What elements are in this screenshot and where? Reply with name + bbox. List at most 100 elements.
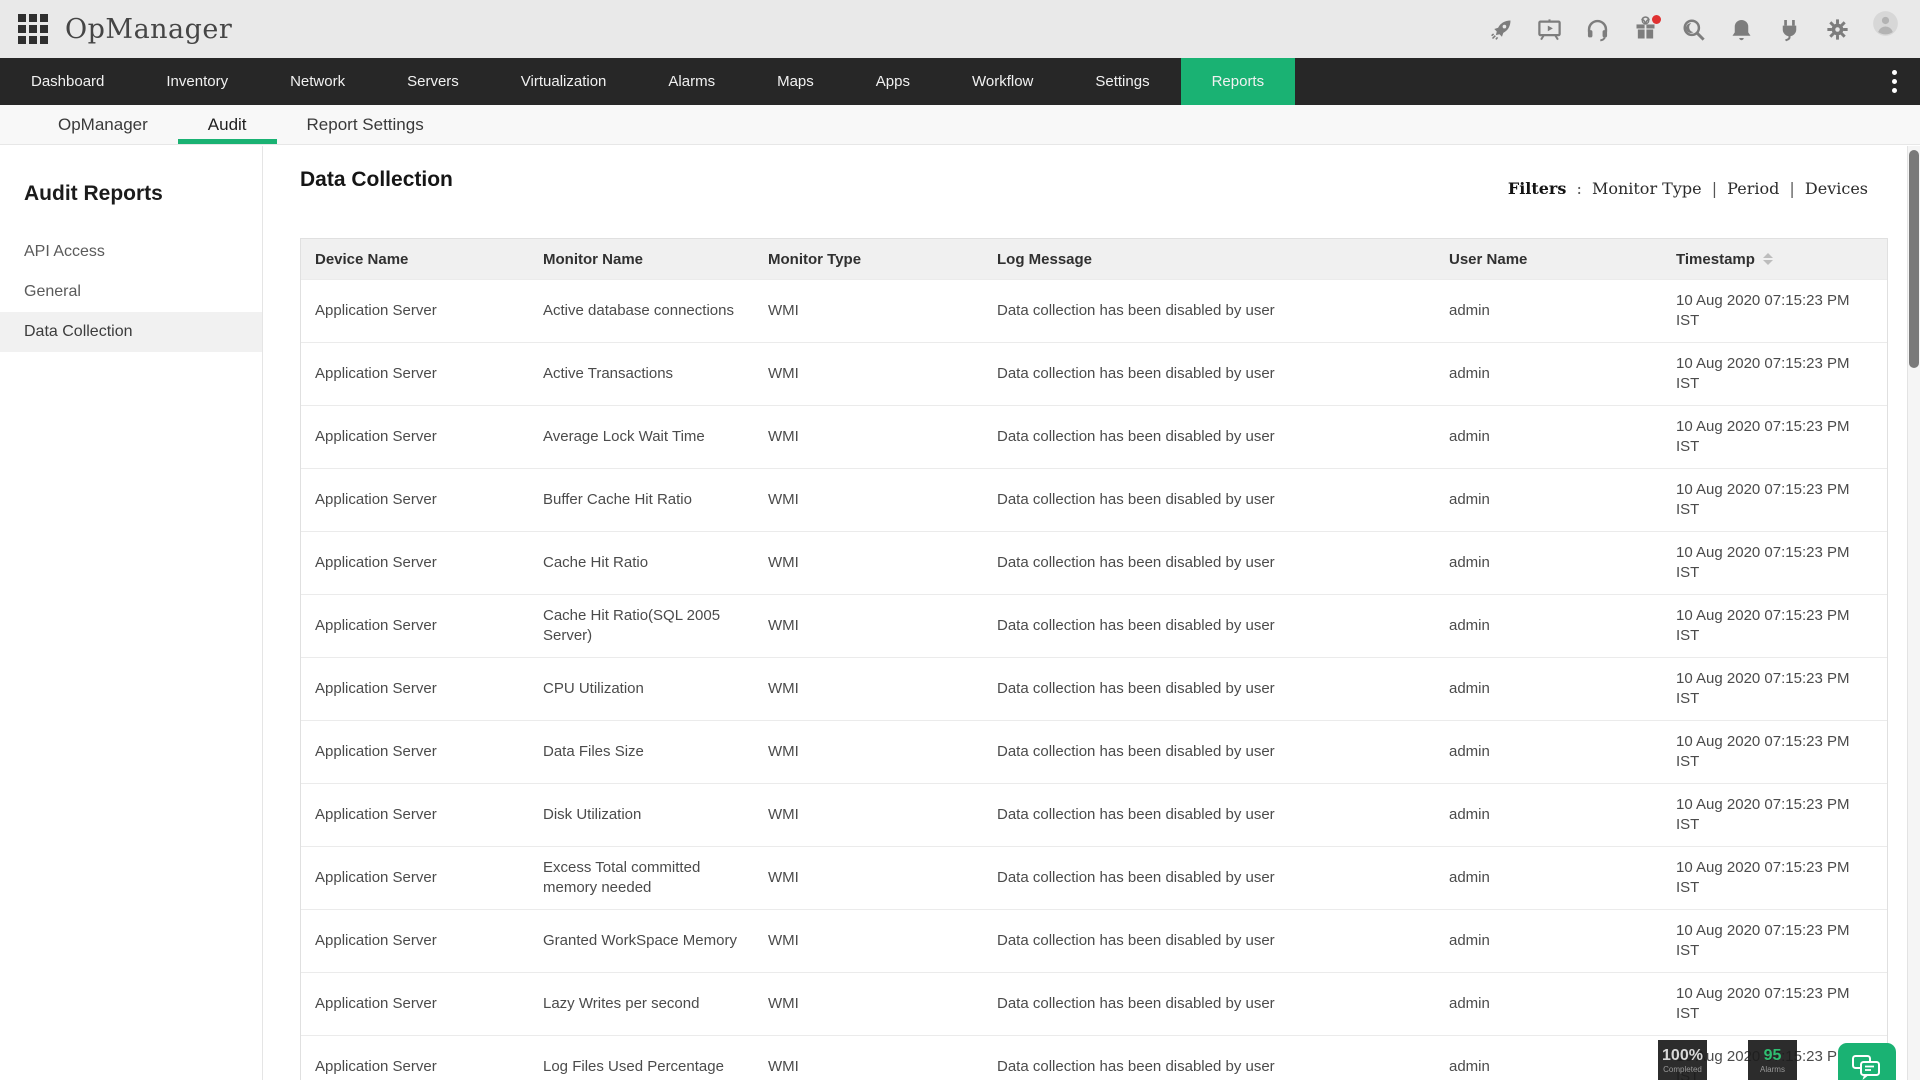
sidebar-item-general[interactable]: General (0, 272, 262, 312)
nav-item-network[interactable]: Network (259, 58, 376, 105)
table-row: Application Server Cache Hit Ratio WMI D… (301, 531, 1887, 594)
cell-log-message: Data collection has been disabled by use… (983, 910, 1435, 972)
alarms-count: 95 (1764, 1047, 1782, 1065)
sort-icon[interactable] (1763, 253, 1773, 265)
tab-audit[interactable]: Audit (178, 105, 277, 144)
cell-device-name: Application Server (301, 280, 529, 342)
nav-item-reports[interactable]: Reports (1181, 58, 1296, 105)
cell-timestamp: 10 Aug 2020 07:15:23 PM IST (1662, 595, 1889, 657)
sidebar-item-api-access[interactable]: API Access (0, 232, 262, 272)
table-row: Application Server Log Files Used Percen… (301, 1035, 1887, 1080)
scrollbar-track[interactable] (1907, 146, 1920, 1080)
cell-user-name: admin (1435, 1036, 1662, 1080)
alarms-label: Alarms (1760, 1065, 1785, 1075)
filter-period[interactable]: Period (1727, 179, 1779, 198)
table-row: Application Server Buffer Cache Hit Rati… (301, 468, 1887, 531)
main-nav: Dashboard Inventory Network Servers Virt… (0, 58, 1920, 105)
cell-user-name: admin (1435, 343, 1662, 405)
gift-icon[interactable] (1632, 16, 1659, 43)
cell-user-name: admin (1435, 532, 1662, 594)
opmanager-page: OpManager (0, 0, 1920, 1080)
cell-log-message: Data collection has been disabled by use… (983, 721, 1435, 783)
table-row: Application Server Average Lock Wait Tim… (301, 405, 1887, 468)
table-body: Application Server Active database conne… (301, 279, 1887, 1080)
cell-log-message: Data collection has been disabled by use… (983, 532, 1435, 594)
chat-support-button[interactable] (1838, 1043, 1896, 1080)
nav-item-inventory[interactable]: Inventory (135, 58, 259, 105)
cell-log-message: Data collection has been disabled by use… (983, 847, 1435, 909)
cell-monitor-name: Cache Hit Ratio (529, 532, 754, 594)
cell-log-message: Data collection has been disabled by use… (983, 1036, 1435, 1080)
presentation-play-icon[interactable] (1536, 16, 1563, 43)
filter-devices[interactable]: Devices (1805, 179, 1868, 198)
support-headset-icon[interactable] (1584, 16, 1611, 43)
filter-divider: | (1707, 179, 1722, 198)
table-row: Application Server Granted WorkSpace Mem… (301, 909, 1887, 972)
column-header-monitor-name: Monitor Name (529, 251, 754, 268)
notification-bell-icon[interactable] (1728, 16, 1755, 43)
cell-device-name: Application Server (301, 595, 529, 657)
cell-user-name: admin (1435, 721, 1662, 783)
cell-monitor-name: Buffer Cache Hit Ratio (529, 469, 754, 531)
rocket-icon[interactable] (1488, 16, 1515, 43)
discovery-progress-badge[interactable]: 100% Completed (1658, 1040, 1707, 1080)
cell-user-name: admin (1435, 658, 1662, 720)
filters-bar: Filters : Monitor Type | Period | Device… (1508, 179, 1868, 198)
nav-item-maps[interactable]: Maps (746, 58, 845, 105)
cell-timestamp: 10 Aug 2020 07:15:23 PM IST (1662, 469, 1889, 531)
cell-timestamp: 10 Aug 2020 07:15:23 PM IST (1662, 406, 1889, 468)
cell-device-name: Application Server (301, 784, 529, 846)
nav-item-servers[interactable]: Servers (376, 58, 490, 105)
tab-report-settings[interactable]: Report Settings (277, 105, 454, 144)
cell-monitor-type: WMI (754, 658, 983, 720)
top-bar: OpManager (0, 0, 1920, 58)
scrollbar-thumb[interactable] (1909, 150, 1919, 368)
cell-timestamp: 10 Aug 2020 07:15:23 PM IST (1662, 847, 1889, 909)
column-header-timestamp[interactable]: Timestamp (1662, 251, 1889, 268)
nav-item-apps[interactable]: Apps (845, 58, 941, 105)
nav-item-dashboard[interactable]: Dashboard (0, 58, 135, 105)
cell-device-name: Application Server (301, 469, 529, 531)
cell-monitor-type: WMI (754, 595, 983, 657)
audit-reports-sidebar: Audit Reports API Access General Data Co… (0, 146, 263, 1080)
nav-item-settings[interactable]: Settings (1064, 58, 1180, 105)
cell-monitor-type: WMI (754, 343, 983, 405)
settings-gear-icon[interactable] (1824, 16, 1851, 43)
table-row: Application Server Active database conne… (301, 279, 1887, 342)
cell-log-message: Data collection has been disabled by use… (983, 595, 1435, 657)
sidebar-item-data-collection[interactable]: Data Collection (0, 312, 262, 352)
nav-overflow-kebab-icon[interactable] (1884, 58, 1904, 105)
cell-user-name: admin (1435, 784, 1662, 846)
progress-value: 100% (1662, 1047, 1703, 1065)
cell-monitor-name: Log Files Used Percentage (529, 1036, 754, 1080)
table-row: Application Server Excess Total committe… (301, 846, 1887, 909)
apps-grid-icon[interactable] (18, 14, 48, 44)
cell-user-name: admin (1435, 973, 1662, 1035)
nav-item-virtualization[interactable]: Virtualization (490, 58, 638, 105)
cell-user-name: admin (1435, 595, 1662, 657)
table-row: Application Server CPU Utilization WMI D… (301, 657, 1887, 720)
tab-opmanager[interactable]: OpManager (28, 105, 178, 144)
nav-item-alarms[interactable]: Alarms (637, 58, 746, 105)
user-avatar[interactable] (1872, 10, 1910, 48)
page-title: Data Collection (300, 168, 453, 192)
nav-item-workflow[interactable]: Workflow (941, 58, 1064, 105)
alarms-count-badge[interactable]: 95 Alarms (1748, 1040, 1797, 1080)
filter-monitor-type[interactable]: Monitor Type (1592, 179, 1702, 198)
cell-timestamp: 10 Aug 2020 07:15:23 PM IST (1662, 532, 1889, 594)
cell-monitor-type: WMI (754, 910, 983, 972)
plugin-plug-icon[interactable] (1776, 16, 1803, 43)
topbar-icon-group (1488, 10, 1920, 48)
cell-monitor-name: Disk Utilization (529, 784, 754, 846)
table-row: Application Server Active Transactions W… (301, 342, 1887, 405)
cell-monitor-type: WMI (754, 847, 983, 909)
search-icon[interactable] (1680, 16, 1707, 43)
cell-monitor-type: WMI (754, 469, 983, 531)
column-header-user-name: User Name (1435, 251, 1662, 268)
cell-monitor-type: WMI (754, 973, 983, 1035)
table-header-row: Device Name Monitor Name Monitor Type Lo… (301, 239, 1887, 279)
sidebar-list: API Access General Data Collection (0, 232, 262, 352)
sub-tab-bar: OpManager Audit Report Settings (0, 105, 1920, 145)
cell-monitor-type: WMI (754, 784, 983, 846)
column-header-log-message: Log Message (983, 251, 1435, 268)
